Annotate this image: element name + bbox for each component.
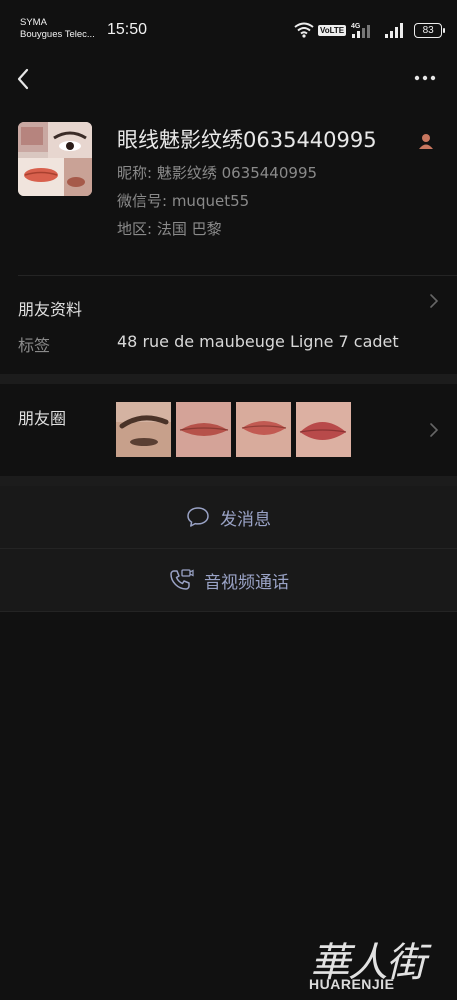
video-call-button[interactable]: 音视频通话	[0, 549, 457, 611]
tag-label: 标签	[18, 336, 51, 355]
video-call-label: 音视频通话	[204, 572, 289, 593]
signal-icon	[385, 23, 404, 38]
wifi-icon	[294, 22, 314, 38]
back-icon[interactable]	[14, 66, 34, 92]
carrier-name: SYMA Bouygues Telec...	[20, 17, 95, 41]
send-message-button[interactable]: 发消息	[0, 486, 457, 548]
more-icon[interactable]	[413, 68, 437, 88]
moments-section[interactable]: 朋友圈	[0, 384, 457, 476]
chevron-right-icon	[430, 294, 439, 308]
carrier-line-2: Bouygues Telec...	[20, 29, 95, 40]
friend-info-section[interactable]: 朋友资料 标签 48 rue de maubeuge Ligne 7 cadet	[0, 276, 457, 374]
section-gap	[0, 374, 457, 384]
moments-title: 朋友圈	[18, 409, 67, 428]
avatar[interactable]	[18, 122, 92, 196]
volte-badge: VoLTE	[318, 24, 347, 36]
profile-header: 眼线魅影纹绣0635440995 昵称: 魅影纹绣 0635440995 微信号…	[0, 110, 457, 275]
battery-indicator: 83	[414, 22, 446, 38]
divider	[0, 611, 457, 612]
region-line: 地区: 法国 巴黎	[117, 220, 222, 238]
send-message-label: 发消息	[220, 509, 271, 530]
top-bar	[0, 60, 457, 100]
moment-photo-lips-3[interactable]	[296, 402, 351, 457]
moment-photo-lips-1[interactable]	[176, 402, 231, 457]
profile-name: 眼线魅影纹绣0635440995	[117, 128, 377, 152]
moments-photos[interactable]	[116, 402, 351, 457]
wechat-id-line: 微信号: muquet55	[117, 192, 250, 210]
chevron-right-icon	[430, 423, 439, 437]
clock: 15:50	[107, 21, 148, 38]
friend-info-title: 朋友资料	[18, 300, 83, 319]
phone-video-icon	[170, 569, 194, 590]
system-icons: VoLTE 4G 83	[294, 20, 446, 40]
moment-photo-eyebrow[interactable]	[116, 402, 171, 457]
signal-4g-icon: 4G	[351, 23, 371, 38]
male-user-icon	[419, 134, 433, 149]
watermark-logo: 華人街 HUARENJIE	[306, 930, 446, 994]
section-gap	[0, 476, 457, 486]
watermark-latin: HUARENJIE	[309, 976, 395, 992]
svg-text:4G: 4G	[351, 23, 361, 30]
status-bar: SYMA Bouygues Telec... 15:50 VoLTE 4G 83	[0, 0, 457, 60]
moment-photo-lips-2[interactable]	[236, 402, 291, 457]
carrier-line-1: SYMA	[20, 17, 47, 28]
nickname-line: 昵称: 魅影纹绣 0635440995	[117, 164, 318, 182]
chat-bubble-icon	[187, 507, 209, 527]
tag-value: 48 rue de maubeuge Ligne 7 cadet	[117, 332, 399, 351]
